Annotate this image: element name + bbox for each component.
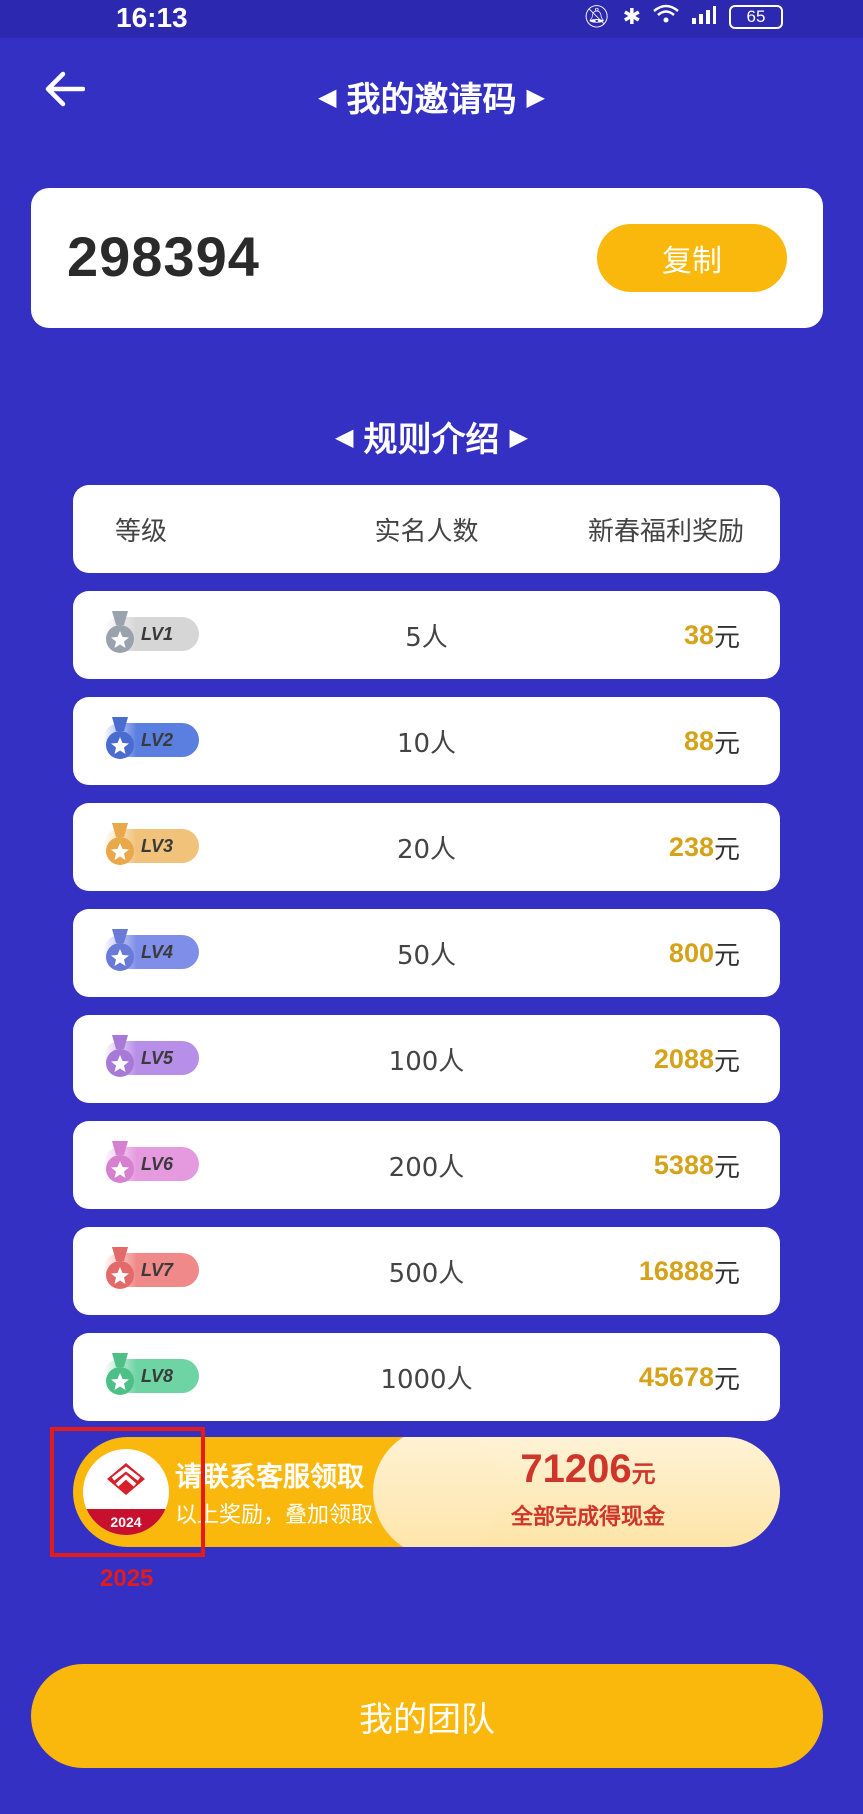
battery-indicator: 65 <box>729 5 783 29</box>
table-row: LV2 10人 88 元 <box>73 697 780 785</box>
bluetooth-icon: ✱ <box>622 4 641 30</box>
reward-value: 2088 元 <box>653 1043 740 1077</box>
status-time: 16:13 <box>116 2 188 33</box>
page-title: ◀ 我的邀请码 ▶ <box>0 72 863 121</box>
table-row: LV3 20人 238 元 <box>73 803 780 891</box>
bonus-amount: 71206元 <box>520 1447 656 1491</box>
header-reward: 新春福利奖励 <box>587 516 744 547</box>
reward-value: 88 元 <box>683 725 740 759</box>
reward-value: 38 元 <box>683 619 740 653</box>
copy-button[interactable]: 复制 <box>597 224 787 292</box>
table-row: LV4 50人 800 元 <box>73 909 780 997</box>
rules-title-text: 规则介绍 <box>363 420 500 460</box>
table-row: LV7 500人 16888 元 <box>73 1227 780 1315</box>
annotation-box <box>50 1427 205 1557</box>
table-row: LV8 1000人 45678 元 <box>73 1333 780 1421</box>
table-row: LV1 5人 38 元 <box>73 591 780 679</box>
table-row: LV5 100人 2088 元 <box>73 1015 780 1103</box>
reward-value: 16888 元 <box>638 1255 740 1289</box>
my-team-button[interactable]: 我的团队 <box>31 1664 823 1768</box>
triangle-right-icon: ▶ <box>509 422 528 451</box>
status-bar: 16:13 🔕︎ ✱ 65 <box>0 0 863 38</box>
triangle-left-icon: ◀ <box>318 82 337 111</box>
triangle-left-icon: ◀ <box>335 422 354 451</box>
count-value: 5人 <box>405 622 448 653</box>
rules-title: ◀ 规则介绍 ▶ <box>0 412 863 461</box>
wifi-icon <box>653 4 679 30</box>
mute-icon: 🔕︎ <box>582 4 611 30</box>
reward-value: 45678 元 <box>638 1361 740 1395</box>
status-icons: 🔕︎ ✱ 65 <box>583 4 783 30</box>
reward-value: 800 元 <box>668 937 740 971</box>
reward-value: 5388 元 <box>653 1149 740 1183</box>
bonus-note: 全部完成得现金 <box>510 1505 665 1530</box>
invite-code: 298394 <box>67 225 260 288</box>
signal-icon <box>691 4 717 30</box>
table-row: LV6 200人 5388 元 <box>73 1121 780 1209</box>
count-value: 10人 <box>396 728 457 759</box>
invite-code-card: 298394 复制 <box>31 188 823 328</box>
rules-table-header: 等级 实名人数 新春福利奖励 <box>73 485 780 573</box>
annotation-label: 2025 <box>100 1565 154 1592</box>
page-title-text: 我的邀请码 <box>346 80 517 120</box>
triangle-right-icon: ▶ <box>526 82 545 111</box>
reward-value: 238 元 <box>668 831 740 865</box>
